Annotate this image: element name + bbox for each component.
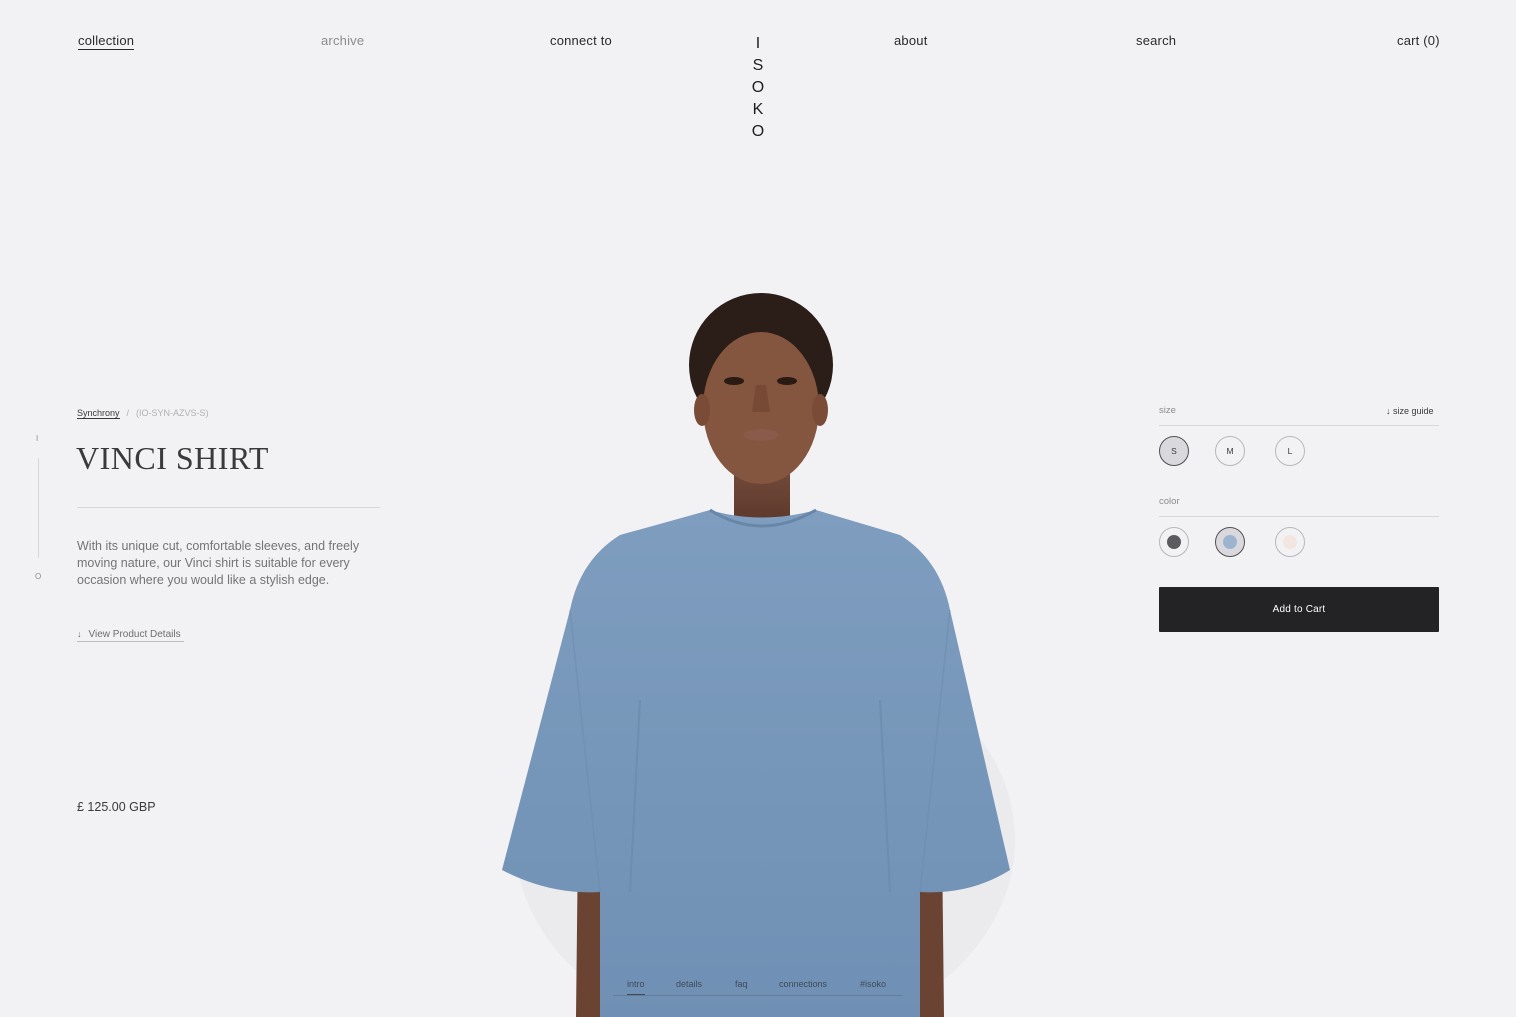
logo-letter: K	[752, 101, 764, 118]
add-to-cart-button[interactable]: Add to Cart	[1159, 587, 1439, 632]
size-label: size	[1159, 405, 1176, 416]
nav-connect-to[interactable]: connect to	[550, 33, 612, 48]
color-label: color	[1159, 496, 1180, 507]
tab-faq[interactable]: faq	[735, 979, 748, 989]
size-option-s[interactable]: S	[1159, 436, 1189, 466]
color-swatch	[1283, 535, 1297, 549]
logo-letter: O	[751, 123, 765, 140]
product-price: £ 125.00 GBP	[77, 800, 156, 814]
product-image	[502, 293, 1015, 1017]
nav-cart[interactable]: cart (0)	[1397, 33, 1440, 48]
slide-progress-line	[38, 458, 39, 558]
product-sku: (IO-SYN-AZVS-S)	[136, 408, 209, 418]
color-swatch	[1223, 535, 1237, 549]
arrow-down-icon: ↓	[77, 629, 82, 639]
nav-collection[interactable]: collection	[78, 33, 135, 50]
tab-connections[interactable]: connections	[779, 979, 827, 989]
product-page: collection archive connect to I S O K O …	[0, 0, 1516, 1017]
logo-letter: O	[751, 79, 765, 96]
logo-letter: I	[755, 35, 761, 52]
tab-intro[interactable]: intro	[627, 979, 645, 995]
breadcrumb-collection-link[interactable]: Synchrony	[77, 408, 120, 419]
breadcrumb: Synchrony / (IO-SYN-AZVS-S)	[77, 408, 209, 419]
view-product-details-link[interactable]: ↓ View Product Details	[77, 629, 184, 642]
product-title: VINCI SHIRT	[76, 440, 269, 476]
nav-search[interactable]: search	[1136, 33, 1176, 48]
brand-logo[interactable]: I S O K O	[748, 33, 768, 143]
size-divider	[1159, 425, 1439, 426]
view-product-details-label: View Product Details	[88, 629, 181, 640]
size-option-m[interactable]: M	[1215, 436, 1245, 466]
color-swatch	[1167, 535, 1181, 549]
color-option-charcoal[interactable]	[1159, 527, 1189, 557]
breadcrumb-separator: /	[126, 408, 130, 418]
color-option-cream[interactable]	[1275, 527, 1305, 557]
size-guide-link[interactable]: ↓ size guide	[1386, 406, 1434, 416]
section-tabs: intro details faq connections #isoko	[613, 979, 903, 997]
tab-isoko[interactable]: #isoko	[860, 979, 886, 989]
logo-letter: S	[752, 57, 764, 74]
title-divider	[77, 507, 380, 508]
color-option-blue[interactable]	[1215, 527, 1245, 557]
tabs-divider	[613, 995, 903, 996]
tab-details[interactable]: details	[676, 979, 702, 989]
slide-indicator-end: O	[35, 572, 42, 581]
slide-indicator-start: I	[36, 434, 39, 443]
nav-about[interactable]: about	[894, 33, 928, 48]
size-option-l[interactable]: L	[1275, 436, 1305, 466]
product-description: With its unique cut, comfortable sleeves…	[77, 539, 360, 587]
nav-archive[interactable]: archive	[321, 33, 364, 48]
color-divider	[1159, 516, 1439, 517]
